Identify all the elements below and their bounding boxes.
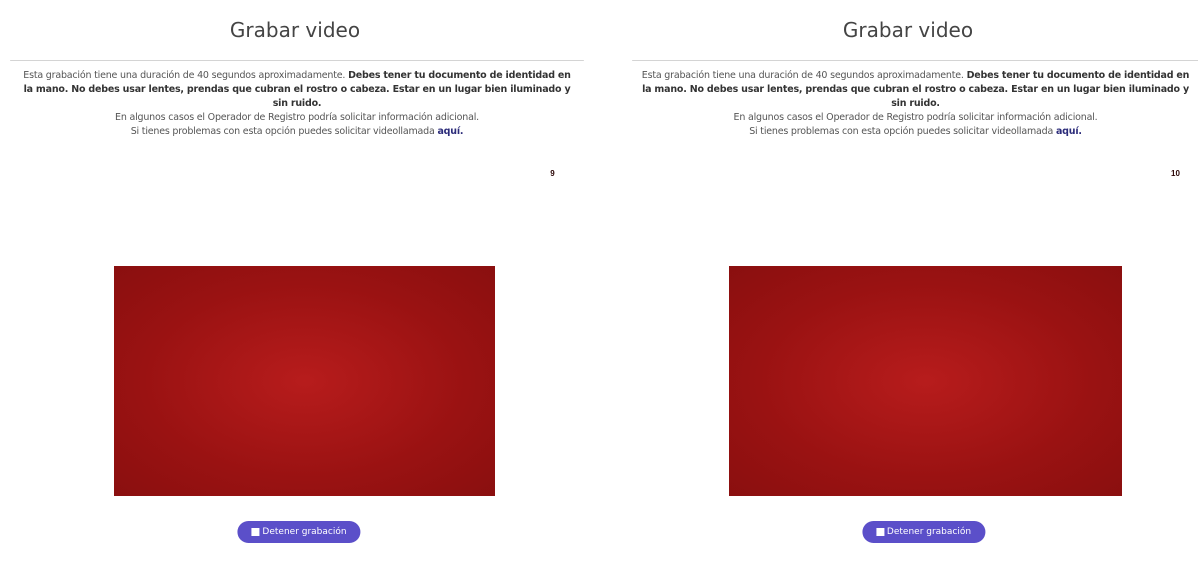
stop-recording-button[interactable]: Detener grabación [861, 521, 986, 543]
instructions-intro: Esta grabación tiene una duración de 40 … [641, 70, 967, 81]
instructions-text: Esta grabación tiene una duración de 40 … [641, 69, 1190, 139]
instructions-note: En algunos casos el Operador de Registro… [733, 112, 1098, 123]
instructions-text: Esta grabación tiene una duración de 40 … [19, 69, 575, 139]
record-card: Esta grabación tiene una duración de 40 … [632, 60, 1198, 543]
videocall-link[interactable]: aquí. [437, 126, 463, 137]
panel-title: Grabar video [229, 18, 361, 42]
document-frame [729, 266, 1122, 496]
stop-recording-button[interactable]: Detener grabación [237, 521, 361, 543]
stop-recording-label: Detener grabación [262, 527, 347, 537]
record-card: Esta grabación tiene una duración de 40 … [10, 60, 584, 543]
instructions-help: Si tienes problemas con esta opción pued… [130, 126, 438, 137]
video-prompt: Muestra tu documento de identidad a la c… [66, 167, 503, 207]
stop-icon [251, 528, 260, 536]
instructions-note: En algunos casos el Operador de Registro… [115, 112, 479, 123]
video-prompt: Ahora dale vuelta a tu DOCUMENTO de iden… [687, 167, 1130, 207]
instructions-intro: Esta grabación tiene una duración de 40 … [23, 70, 349, 81]
videocall-link[interactable]: aquí. [1056, 126, 1082, 137]
countdown-badge: 9 [546, 167, 559, 180]
countdown-badge: 10 [1169, 167, 1182, 180]
stop-icon [875, 528, 884, 536]
panel-title: Grabar video [842, 18, 974, 42]
stop-recording-label: Detener grabación [886, 527, 972, 537]
instructions-help: Si tienes problemas con esta opción pued… [749, 126, 1056, 137]
document-frame [114, 266, 495, 496]
